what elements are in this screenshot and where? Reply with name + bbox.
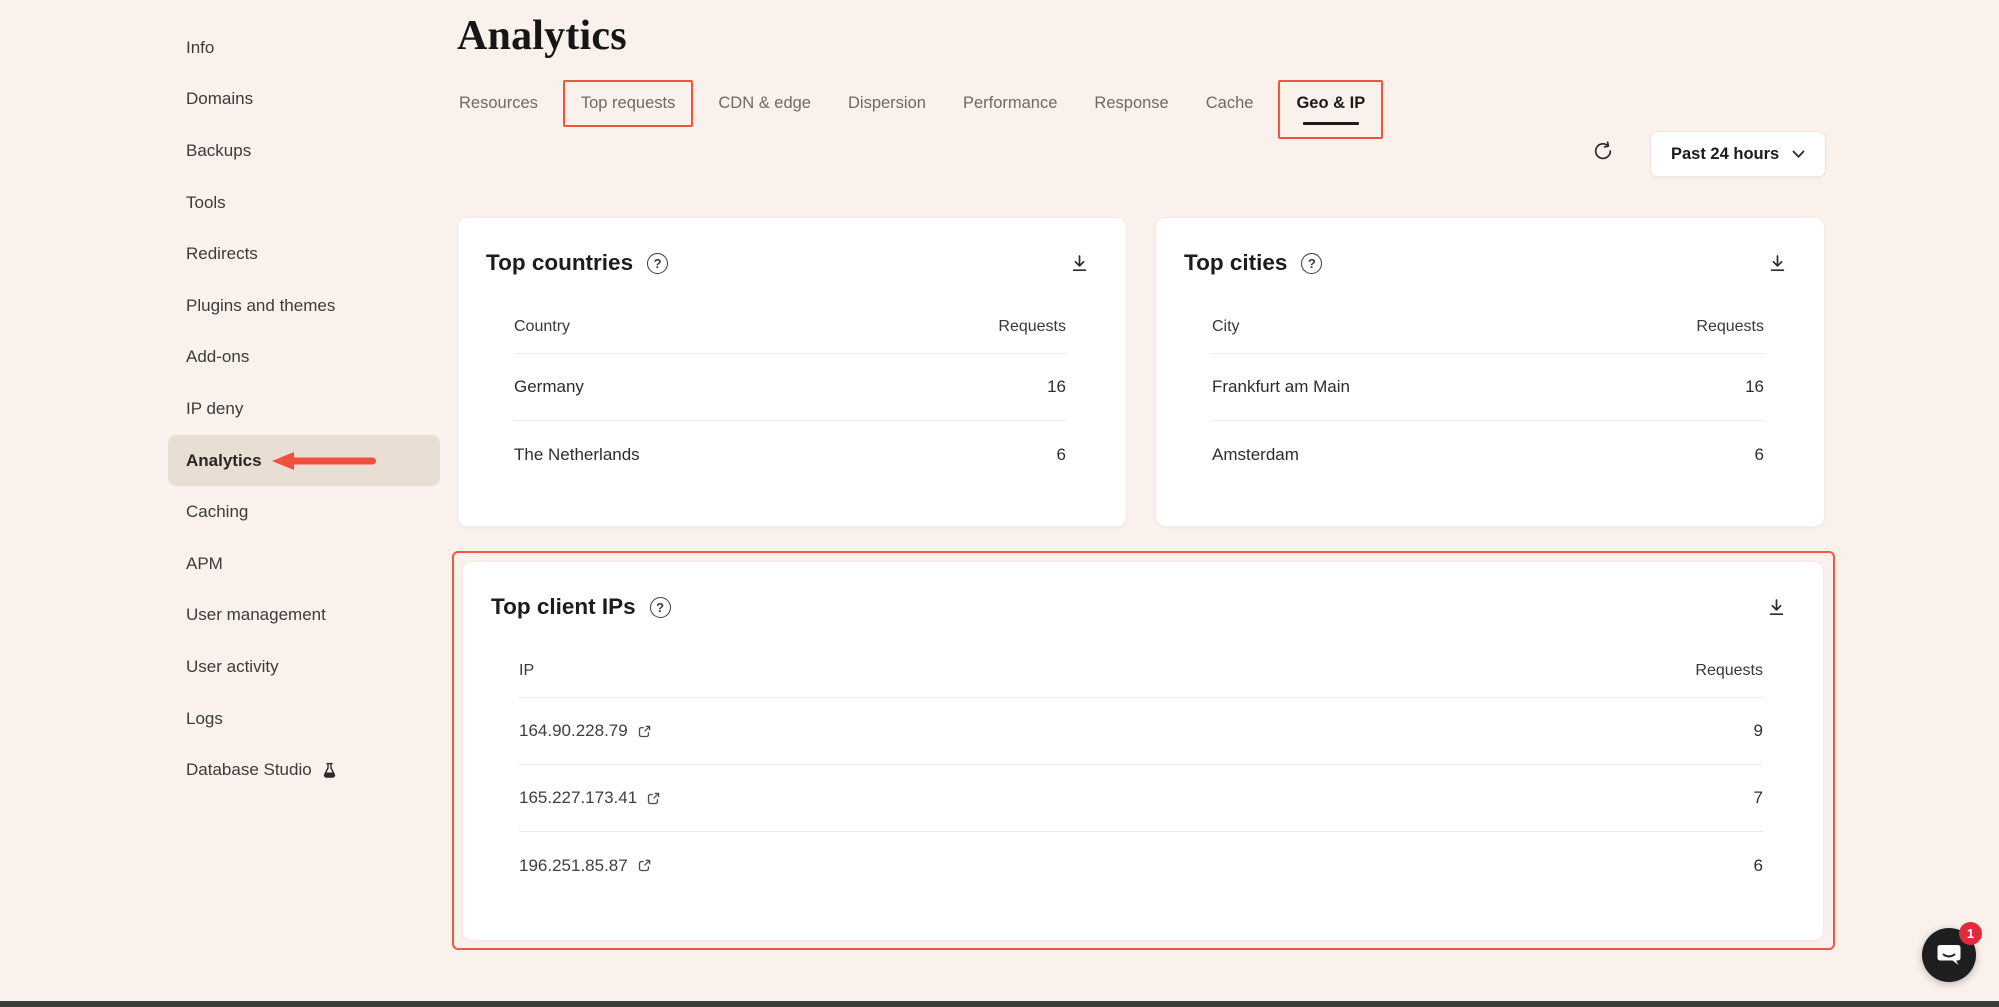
- tab-dispersion[interactable]: Dispersion: [836, 80, 938, 127]
- sidebar-item-backups[interactable]: Backups: [168, 125, 440, 177]
- city-name: Frankfurt am Main: [1212, 377, 1350, 397]
- table-row: 196.251.85.87 6: [519, 832, 1763, 899]
- sidebar-item-domains[interactable]: Domains: [168, 74, 440, 126]
- column-header: Requests: [998, 318, 1066, 336]
- countries-table: Country Requests Germany 16 The Netherla…: [514, 300, 1066, 488]
- client-ips-table: IP Requests 164.90.228.79 9 165.227.173.…: [519, 644, 1763, 899]
- download-icon: [1767, 253, 1788, 274]
- sidebar: Info Domains Backups Tools Redirects Plu…: [168, 22, 440, 796]
- table-row: Amsterdam 6: [1212, 421, 1764, 488]
- tab-cache[interactable]: Cache: [1194, 80, 1266, 127]
- refresh-icon: [1592, 140, 1614, 162]
- sidebar-item-ip-deny[interactable]: IP deny: [168, 383, 440, 435]
- flask-icon: [321, 762, 338, 779]
- cities-table: City Requests Frankfurt am Main 16 Amste…: [1212, 300, 1764, 488]
- sidebar-item-database-studio[interactable]: Database Studio: [168, 744, 440, 796]
- external-link-icon: [637, 858, 652, 873]
- tab-cdn-edge[interactable]: CDN & edge: [706, 80, 823, 127]
- chevron-down-icon: [1792, 150, 1805, 159]
- table-header-row: IP Requests: [519, 644, 1763, 698]
- table-row: Germany 16: [514, 354, 1066, 421]
- sidebar-item-caching[interactable]: Caching: [168, 486, 440, 538]
- tab-label: Geo & IP: [1296, 94, 1365, 113]
- ip-link[interactable]: 196.251.85.87: [519, 856, 628, 876]
- annotation-arrow-icon: [272, 451, 378, 471]
- table-header-row: Country Requests: [514, 300, 1066, 354]
- ip-link[interactable]: 164.90.228.79: [519, 721, 628, 741]
- request-count: 7: [1754, 788, 1763, 808]
- download-button[interactable]: [1767, 253, 1788, 274]
- request-count: 6: [1754, 856, 1763, 876]
- table-row: 164.90.228.79 9: [519, 698, 1763, 765]
- request-count: 16: [1745, 377, 1764, 397]
- sidebar-item-label: Database Studio: [186, 760, 312, 780]
- help-icon[interactable]: ?: [647, 253, 668, 274]
- column-header: Country: [514, 318, 570, 336]
- top-client-ips-card: Top client IPs ? IP Requests 164.90.228.…: [462, 561, 1824, 941]
- sidebar-item-plugins-and-themes[interactable]: Plugins and themes: [168, 280, 440, 332]
- table-header-row: City Requests: [1212, 300, 1764, 354]
- request-count: 16: [1047, 377, 1066, 397]
- sidebar-item-logs[interactable]: Logs: [168, 693, 440, 745]
- external-link-icon: [637, 724, 652, 739]
- sidebar-item-tools[interactable]: Tools: [168, 177, 440, 229]
- column-header: City: [1212, 318, 1240, 336]
- external-link-icon: [646, 791, 661, 806]
- request-count: 6: [1057, 445, 1066, 465]
- tab-resources[interactable]: Resources: [447, 80, 550, 127]
- time-range-dropdown[interactable]: Past 24 hours: [1650, 131, 1826, 177]
- page-title: Analytics: [457, 12, 627, 60]
- top-countries-card: Top countries ? Country Requests Germany…: [457, 217, 1127, 527]
- ip-link[interactable]: 165.227.173.41: [519, 788, 637, 808]
- column-header: IP: [519, 662, 534, 680]
- tab-bar: Resources Top requests CDN & edge Disper…: [447, 80, 1396, 139]
- download-button[interactable]: [1766, 597, 1787, 618]
- help-icon[interactable]: ?: [1301, 253, 1322, 274]
- table-row: 165.227.173.41 7: [519, 765, 1763, 832]
- sidebar-item-info[interactable]: Info: [168, 22, 440, 74]
- sidebar-item-user-management[interactable]: User management: [168, 590, 440, 642]
- bottom-edge-bar: [0, 1001, 1999, 1007]
- sidebar-item-add-ons[interactable]: Add-ons: [168, 332, 440, 384]
- refresh-button[interactable]: [1588, 136, 1618, 166]
- card-title: Top countries: [486, 250, 633, 276]
- table-row: The Netherlands 6: [514, 421, 1066, 488]
- download-icon: [1766, 597, 1787, 618]
- sidebar-item-label: Analytics: [186, 451, 262, 471]
- column-header: Requests: [1696, 318, 1764, 336]
- top-cities-card: Top cities ? City Requests Frankfurt am …: [1155, 217, 1825, 527]
- active-tab-underline: [1303, 122, 1359, 125]
- tab-performance[interactable]: Performance: [951, 80, 1069, 127]
- tab-geo-ip[interactable]: Geo & IP: [1278, 80, 1383, 139]
- sidebar-item-redirects[interactable]: Redirects: [168, 228, 440, 280]
- chat-bubble-icon: [1935, 941, 1963, 969]
- help-icon[interactable]: ?: [650, 597, 671, 618]
- chat-launcher-button[interactable]: 1: [1922, 928, 1976, 982]
- country-name: The Netherlands: [514, 445, 640, 465]
- sidebar-item-analytics[interactable]: Analytics: [168, 435, 440, 487]
- column-header: Requests: [1695, 662, 1763, 680]
- request-count: 9: [1754, 721, 1763, 741]
- table-row: Frankfurt am Main 16: [1212, 354, 1764, 421]
- card-title: Top cities: [1184, 250, 1287, 276]
- tab-top-requests[interactable]: Top requests: [563, 80, 693, 127]
- sidebar-item-apm[interactable]: APM: [168, 538, 440, 590]
- request-count: 6: [1755, 445, 1764, 465]
- sidebar-item-user-activity[interactable]: User activity: [168, 641, 440, 693]
- chat-unread-badge: 1: [1959, 922, 1982, 945]
- tab-response[interactable]: Response: [1082, 80, 1180, 127]
- download-icon: [1069, 253, 1090, 274]
- country-name: Germany: [514, 377, 584, 397]
- city-name: Amsterdam: [1212, 445, 1299, 465]
- card-title: Top client IPs: [491, 594, 636, 620]
- time-range-label: Past 24 hours: [1671, 145, 1779, 164]
- download-button[interactable]: [1069, 253, 1090, 274]
